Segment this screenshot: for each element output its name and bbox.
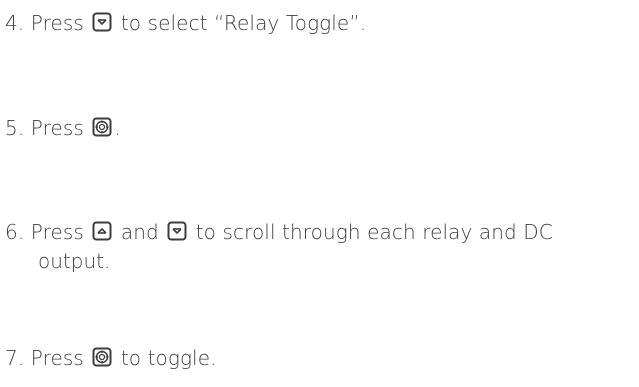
step-text-middle: and [120,220,159,244]
up-arrow-key-icon [92,221,112,241]
step-6: 6. Press and to scroll through each rela… [5,218,553,246]
step-text-after: to scroll through each relay and DC [195,220,553,244]
step-text-after: to toggle. [120,346,217,370]
step-5: 5. Press . [5,114,121,142]
select-key-icon [92,117,112,137]
step-text-after: . [114,116,121,140]
step-7: 7. Press to toggle. [5,344,217,372]
step-number: 6. [5,220,25,244]
step-text-before: Press [30,346,84,370]
step-text-before: Press [30,116,84,140]
step-4: 4. Press to select “Relay Toggle”. [5,9,366,37]
down-arrow-key-icon [167,221,187,241]
step-text-before: Press [30,220,84,244]
step-text-before: Press [30,11,84,35]
step-6-continuation: output. [38,249,111,273]
step-number: 4. [5,11,25,35]
step-text-after: to select “Relay Toggle”. [120,11,367,35]
down-arrow-key-icon [92,12,112,32]
step-number: 5. [5,116,25,140]
select-key-icon [92,347,112,367]
step-number: 7. [5,346,25,370]
